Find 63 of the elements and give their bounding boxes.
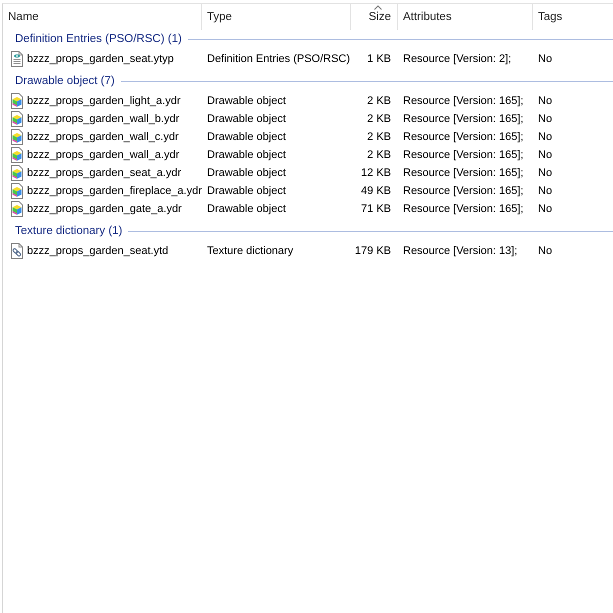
- file-name[interactable]: bzzz_props_garden_seat_a.ydr: [27, 167, 182, 179]
- file-tags: No: [533, 167, 558, 179]
- file-name[interactable]: bzzz_props_garden_wall_b.ydr: [27, 113, 180, 125]
- cube-file-icon: [9, 183, 25, 199]
- column-header[interactable]: Tags: [533, 4, 613, 30]
- file-tags: No: [533, 245, 558, 257]
- file-attributes: Resource [Version: 165];: [402, 131, 524, 143]
- column-header[interactable]: Name: [3, 4, 202, 30]
- file-tags: No: [533, 95, 558, 107]
- file-size: 2 KB: [366, 95, 392, 107]
- file-tags: No: [533, 185, 558, 197]
- file-name[interactable]: bzzz_props_garden_wall_a.ydr: [27, 149, 180, 161]
- file-size: 12 KB: [360, 167, 392, 179]
- cube-file-icon: [9, 93, 25, 109]
- file-attributes: Resource [Version: 165];: [402, 95, 524, 107]
- file-attributes: Resource [Version: 165];: [402, 149, 524, 161]
- cube-file-icon: [9, 165, 25, 181]
- text-file-icon: [9, 51, 25, 67]
- cube-file-icon: [9, 147, 25, 163]
- file-type: Drawable object: [206, 95, 287, 107]
- column-header[interactable]: Type: [202, 4, 351, 30]
- file-type: Drawable object: [206, 185, 287, 197]
- file-type: Drawable object: [206, 113, 287, 125]
- file-tags: No: [533, 131, 558, 143]
- group-header[interactable]: Drawable object (7): [15, 75, 115, 87]
- file-type: Drawable object: [206, 167, 287, 179]
- group-header[interactable]: Definition Entries (PSO/RSC) (1): [15, 33, 182, 45]
- file-type: Drawable object: [206, 203, 287, 215]
- file-type: Drawable object: [206, 131, 287, 143]
- group-header[interactable]: Texture dictionary (1): [15, 225, 122, 237]
- file-type: Drawable object: [206, 149, 287, 161]
- file-name[interactable]: bzzz_props_garden_light_a.ydr: [27, 95, 180, 107]
- cube-file-icon: [9, 201, 25, 217]
- column-header[interactable]: Size: [351, 4, 398, 30]
- sort-caret-icon: [374, 5, 382, 10]
- link-file-icon: [9, 243, 25, 259]
- file-tags: No: [533, 203, 558, 215]
- file-name[interactable]: bzzz_props_garden_wall_c.ydr: [27, 131, 179, 143]
- file-type: Definition Entries (PSO/RSC): [206, 53, 352, 65]
- cube-file-icon: [9, 129, 25, 145]
- file-size: 49 KB: [360, 185, 392, 197]
- file-name[interactable]: bzzz_props_garden_seat.ytyp: [27, 53, 174, 65]
- file-name[interactable]: bzzz_props_garden_seat.ytd: [27, 245, 168, 257]
- file-name[interactable]: bzzz_props_garden_fireplace_a.ydr: [27, 185, 202, 197]
- file-type: Texture dictionary: [206, 245, 294, 257]
- file-attributes: Resource [Version: 13];: [402, 245, 518, 257]
- file-size: 2 KB: [366, 149, 392, 161]
- file-name[interactable]: bzzz_props_garden_gate_a.ydr: [27, 203, 182, 215]
- file-tags: No: [533, 113, 558, 125]
- file-size: 179 KB: [354, 245, 392, 257]
- file-size: 1 KB: [366, 53, 392, 65]
- cube-file-icon: [9, 111, 25, 127]
- file-attributes: Resource [Version: 165];: [402, 167, 524, 179]
- file-tags: No: [533, 53, 558, 65]
- file-attributes: Resource [Version: 2];: [402, 53, 512, 65]
- file-attributes: Resource [Version: 165];: [402, 185, 524, 197]
- column-header[interactable]: Attributes: [398, 4, 533, 30]
- file-size: 2 KB: [366, 131, 392, 143]
- file-tags: No: [533, 149, 558, 161]
- file-attributes: Resource [Version: 165];: [402, 203, 524, 215]
- file-size: 2 KB: [366, 113, 392, 125]
- file-attributes: Resource [Version: 165];: [402, 113, 524, 125]
- file-size: 71 KB: [360, 203, 392, 215]
